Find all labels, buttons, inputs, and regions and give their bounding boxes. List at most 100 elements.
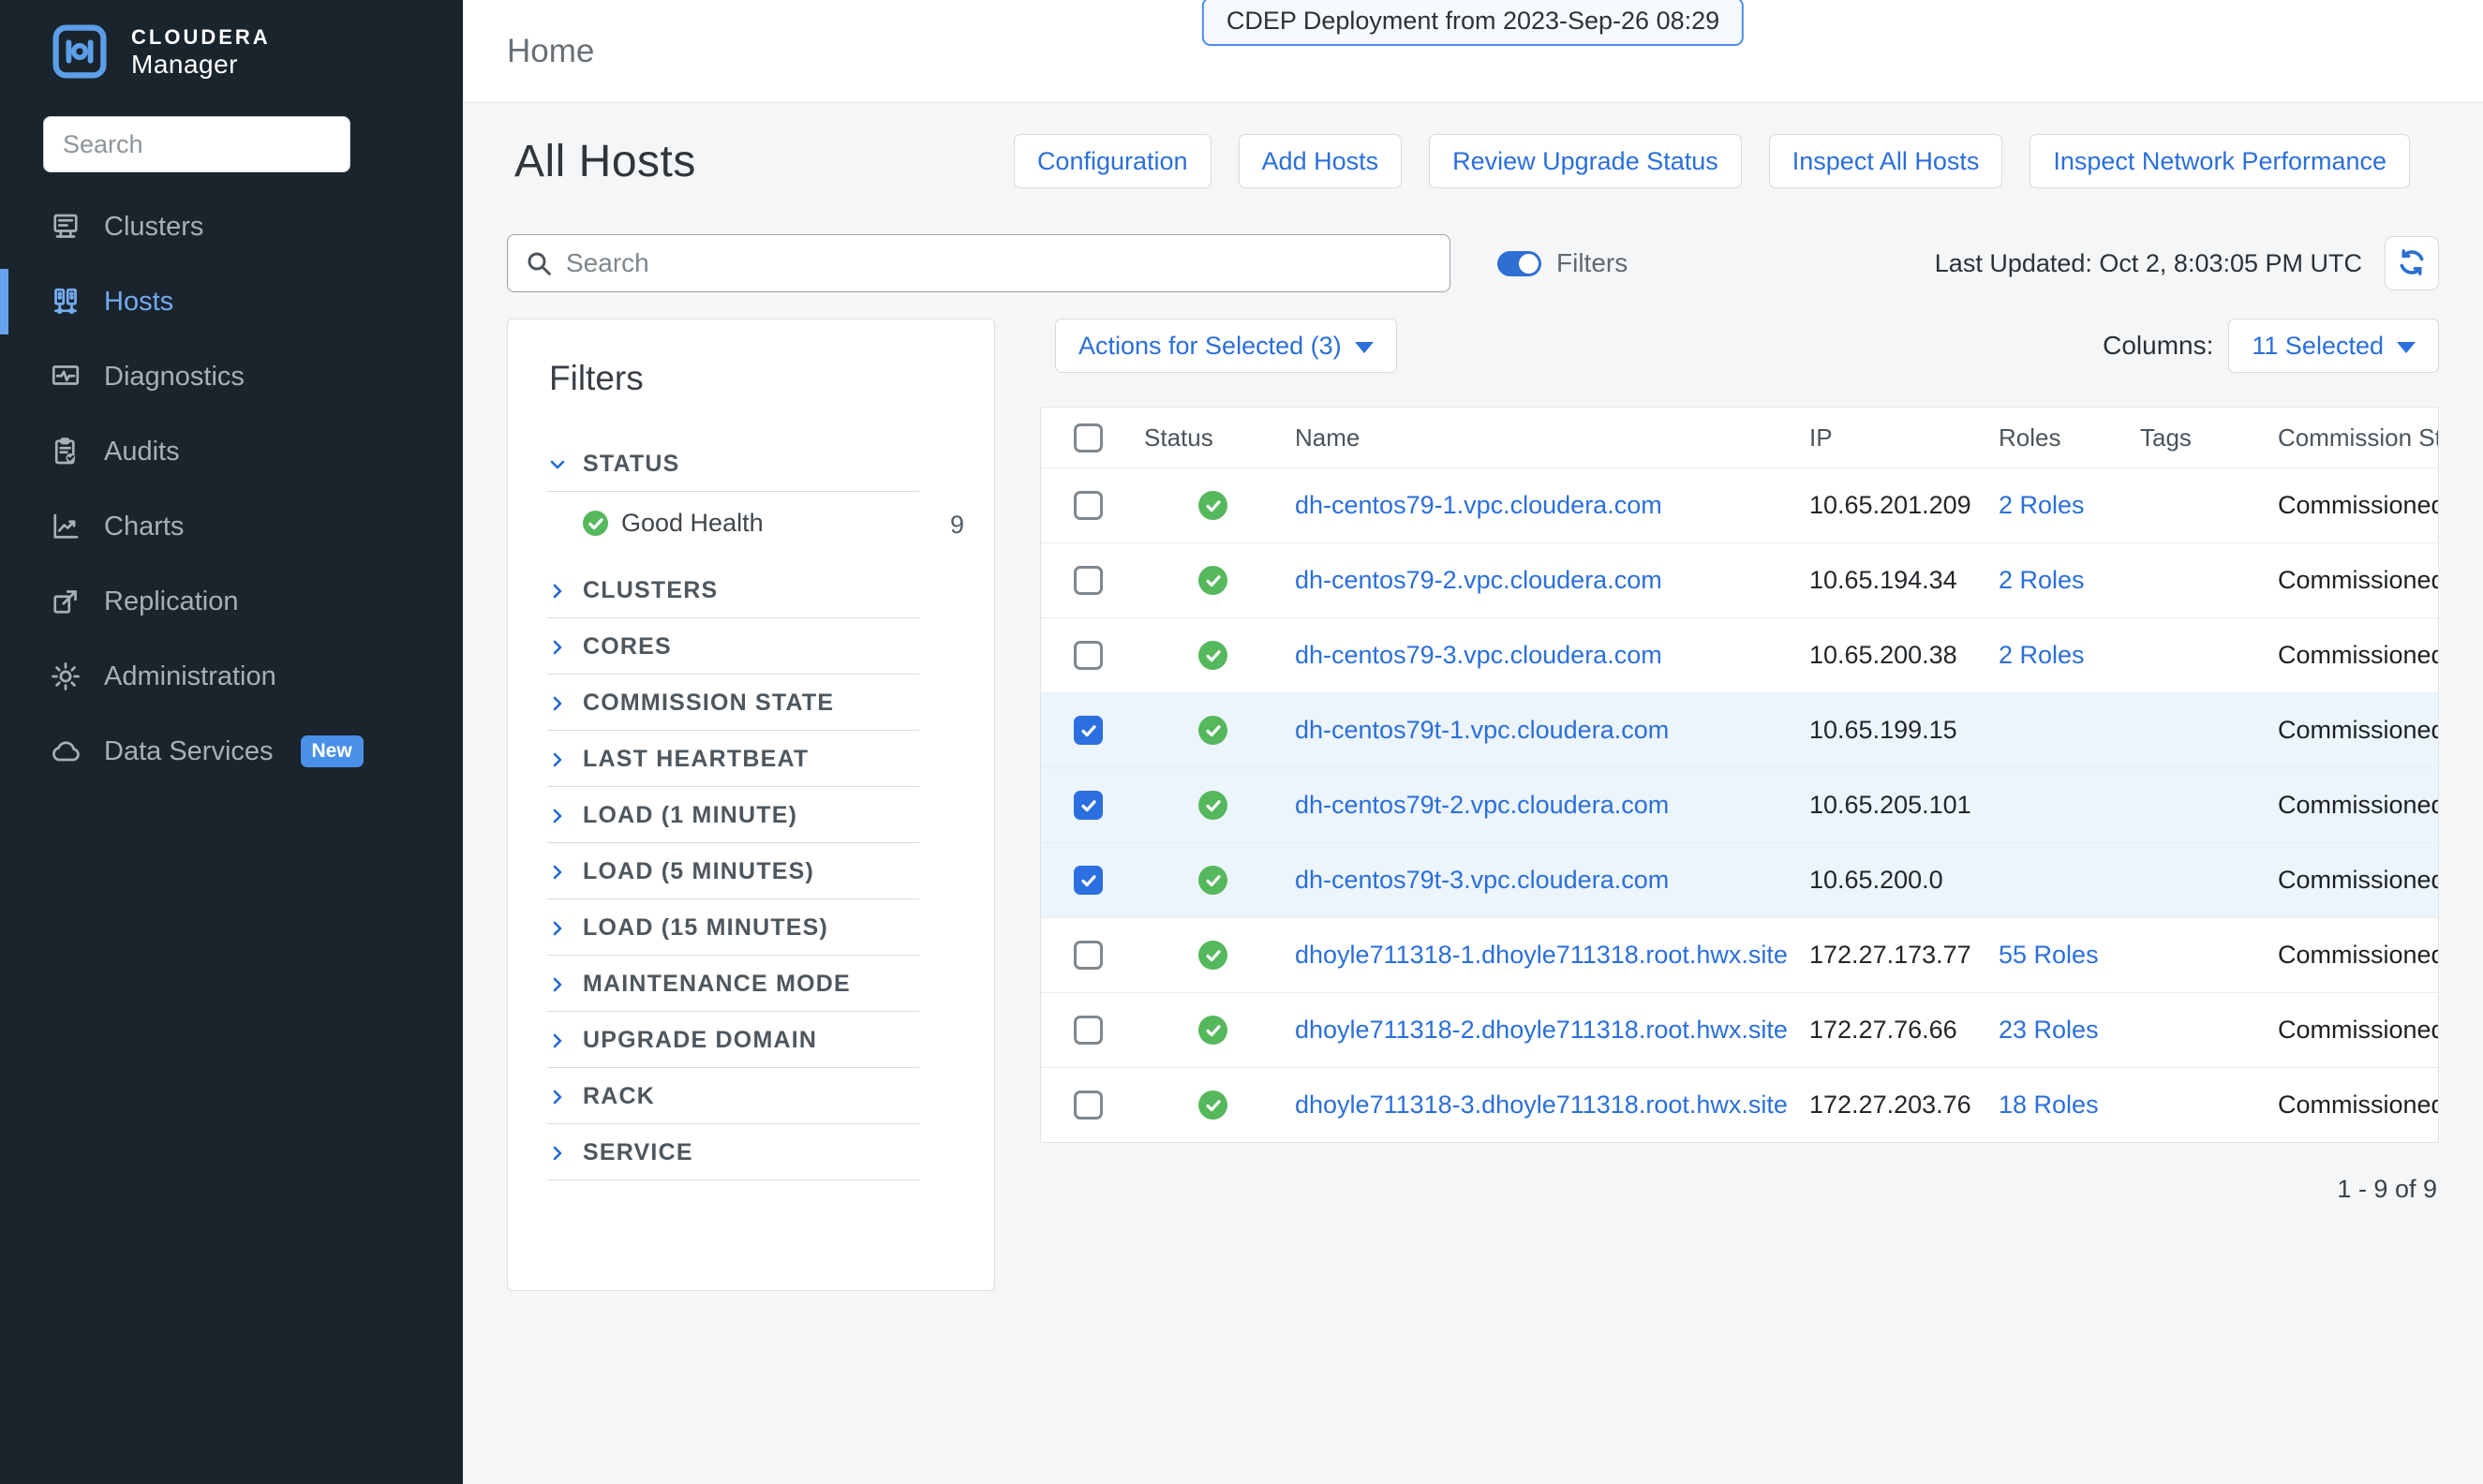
row-checkbox[interactable] — [1074, 716, 1103, 745]
roles-link[interactable]: 55 Roles — [1999, 941, 2099, 969]
status-cell — [1144, 941, 1295, 970]
hosts-search-input[interactable] — [507, 234, 1450, 292]
host-name-cell: dhoyle711318-2.dhoyle711318.root.hwx.sit… — [1295, 1016, 1809, 1045]
filter-section-header-service[interactable]: SERVICE — [547, 1124, 919, 1180]
cloudera-logo-icon — [52, 24, 107, 79]
sidebar-item-label: Administration — [104, 661, 276, 692]
host-name-link[interactable]: dh-centos79-3.vpc.cloudera.com — [1295, 641, 1662, 669]
row-checkbox[interactable] — [1074, 791, 1103, 820]
roles-link[interactable]: 23 Roles — [1999, 1016, 2099, 1044]
add-hosts-button[interactable]: Add Hosts — [1239, 134, 1403, 188]
host-name-link[interactable]: dh-centos79t-2.vpc.cloudera.com — [1295, 791, 1669, 819]
row-checkbox[interactable] — [1074, 491, 1103, 520]
filter-section-load-15-minutes: LOAD (15 MINUTES) — [547, 899, 919, 956]
inspect-all-hosts-button[interactable]: Inspect All Hosts — [1769, 134, 2003, 188]
select-all-checkbox[interactable] — [1074, 423, 1103, 453]
host-name-link[interactable]: dhoyle711318-2.dhoyle711318.root.hwx.sit… — [1295, 1016, 1788, 1044]
commission-state-cell: Commissioned — [2278, 566, 2438, 595]
ip-cell: 172.27.173.77 — [1809, 941, 1999, 970]
page-head: All Hosts ConfigurationAdd HostsReview U… — [507, 133, 2439, 189]
review-upgrade-status-button[interactable]: Review Upgrade Status — [1429, 134, 1742, 188]
filter-section-header-clusters[interactable]: CLUSTERS — [547, 562, 919, 617]
filter-section-label: LAST HEARTBEAT — [583, 746, 809, 773]
filter-section-header-load-5-minutes[interactable]: LOAD (5 MINUTES) — [547, 843, 919, 898]
good-health-icon — [1198, 491, 1227, 520]
sidebar-item-audits[interactable]: Audits — [0, 414, 463, 489]
actions-for-selected-button[interactable]: Actions for Selected (3) — [1055, 319, 1397, 373]
ip-cell: 172.27.76.66 — [1809, 1016, 1999, 1045]
good-health-icon — [583, 511, 608, 536]
column-header-ip[interactable]: IP — [1809, 423, 1999, 453]
row-checkbox[interactable] — [1074, 1091, 1103, 1120]
filter-option-count: 9 — [950, 511, 964, 540]
sidebar-item-replication[interactable]: Replication — [0, 564, 463, 639]
sidebar-item-hosts[interactable]: Hosts — [0, 264, 463, 339]
sidebar-item-label: Data Services — [104, 736, 274, 767]
host-name-link[interactable]: dhoyle711318-1.dhoyle711318.root.hwx.sit… — [1295, 941, 1788, 969]
brand-text: CLOUDERA Manager — [131, 24, 271, 79]
host-name-cell: dh-centos79-2.vpc.cloudera.com — [1295, 566, 1809, 595]
row-checkbox[interactable] — [1074, 641, 1103, 670]
filters-sections: STATUSGood Health9CLUSTERSCORESCOMMISSIO… — [547, 436, 919, 1180]
filter-section-header-status[interactable]: STATUS — [547, 436, 919, 491]
roles-link[interactable]: 2 Roles — [1999, 491, 2085, 519]
row-checkbox[interactable] — [1074, 941, 1103, 970]
roles-cell: 2 Roles — [1999, 566, 2140, 595]
host-name-link[interactable]: dh-centos79-2.vpc.cloudera.com — [1295, 566, 1662, 594]
row-checkbox-cell — [1041, 1091, 1144, 1120]
table-row: dh-centos79t-3.vpc.cloudera.com10.65.200… — [1041, 842, 2438, 917]
filters-toggle-label: Filters — [1556, 248, 1628, 278]
host-name-link[interactable]: dh-centos79t-1.vpc.cloudera.com — [1295, 716, 1669, 744]
commission-state-cell: Commissioned — [2278, 1016, 2438, 1045]
filters-toggle-switch[interactable] — [1497, 251, 1541, 276]
audits-icon — [49, 435, 82, 468]
row-checkbox[interactable] — [1074, 866, 1103, 895]
filter-section-header-cores[interactable]: CORES — [547, 618, 919, 674]
roles-link[interactable]: 2 Roles — [1999, 641, 2085, 669]
sidebar-item-charts[interactable]: Charts — [0, 489, 463, 564]
filter-section-header-upgrade-domain[interactable]: UPGRADE DOMAIN — [547, 1012, 919, 1067]
column-header-commission-state[interactable]: Commission State — [2278, 423, 2438, 453]
filter-section-header-maintenance-mode[interactable]: MAINTENANCE MODE — [547, 956, 919, 1011]
roles-link[interactable]: 2 Roles — [1999, 566, 2085, 594]
sidebar-item-label: Hosts — [104, 287, 173, 318]
host-name-link[interactable]: dh-centos79t-3.vpc.cloudera.com — [1295, 866, 1669, 894]
roles-link[interactable]: 18 Roles — [1999, 1091, 2099, 1119]
column-header-roles[interactable]: Roles — [1999, 423, 2140, 453]
configuration-button[interactable]: Configuration — [1014, 134, 1212, 188]
filter-section-header-commission-state[interactable]: COMMISSION STATE — [547, 675, 919, 730]
filter-option-good-health[interactable]: Good Health — [583, 509, 919, 538]
sidebar-search-input[interactable] — [43, 116, 350, 172]
filters-toggle[interactable]: Filters — [1497, 248, 1628, 278]
filter-section-header-load-15-minutes[interactable]: LOAD (15 MINUTES) — [547, 899, 919, 955]
hosts-search — [507, 234, 1450, 292]
column-header-name[interactable]: Name — [1295, 423, 1809, 453]
status-cell — [1144, 491, 1295, 520]
sidebar-item-administration[interactable]: Administration — [0, 639, 463, 714]
ip-cell: 172.27.203.76 — [1809, 1091, 1999, 1120]
sidebar-item-label: Charts — [104, 512, 184, 542]
ip-cell: 10.65.201.209 — [1809, 491, 1999, 520]
sidebar-item-diagnostics[interactable]: Diagnostics — [0, 339, 463, 414]
chevron-right-icon — [547, 862, 568, 883]
host-name-cell: dh-centos79-1.vpc.cloudera.com — [1295, 491, 1809, 520]
column-header-status[interactable]: Status — [1144, 423, 1295, 453]
chevron-right-icon — [547, 693, 568, 714]
sidebar-item-data-services[interactable]: Data ServicesNew — [0, 714, 463, 789]
columns-select-button[interactable]: 11 Selected — [2228, 319, 2439, 373]
row-checkbox[interactable] — [1074, 1016, 1103, 1045]
host-name-link[interactable]: dh-centos79-1.vpc.cloudera.com — [1295, 491, 1662, 519]
filter-section-header-load-1-minute[interactable]: LOAD (1 MINUTE) — [547, 787, 919, 842]
host-name-link[interactable]: dhoyle711318-3.dhoyle711318.root.hwx.sit… — [1295, 1091, 1788, 1119]
filter-section-header-rack[interactable]: RACK — [547, 1068, 919, 1123]
sidebar-item-clusters[interactable]: Clusters — [0, 189, 463, 264]
column-header-tags[interactable]: Tags — [2140, 423, 2278, 453]
row-checkbox[interactable] — [1074, 566, 1103, 595]
commission-state-cell: Commissioned — [2278, 641, 2438, 670]
inspect-network-performance-button[interactable]: Inspect Network Performance — [2030, 134, 2410, 188]
refresh-button[interactable] — [2385, 236, 2439, 290]
filter-section-header-last-heartbeat[interactable]: LAST HEARTBEAT — [547, 731, 919, 786]
row-checkbox-cell — [1041, 716, 1144, 745]
header-checkbox-cell — [1041, 423, 1144, 453]
data-services-icon — [49, 735, 82, 768]
